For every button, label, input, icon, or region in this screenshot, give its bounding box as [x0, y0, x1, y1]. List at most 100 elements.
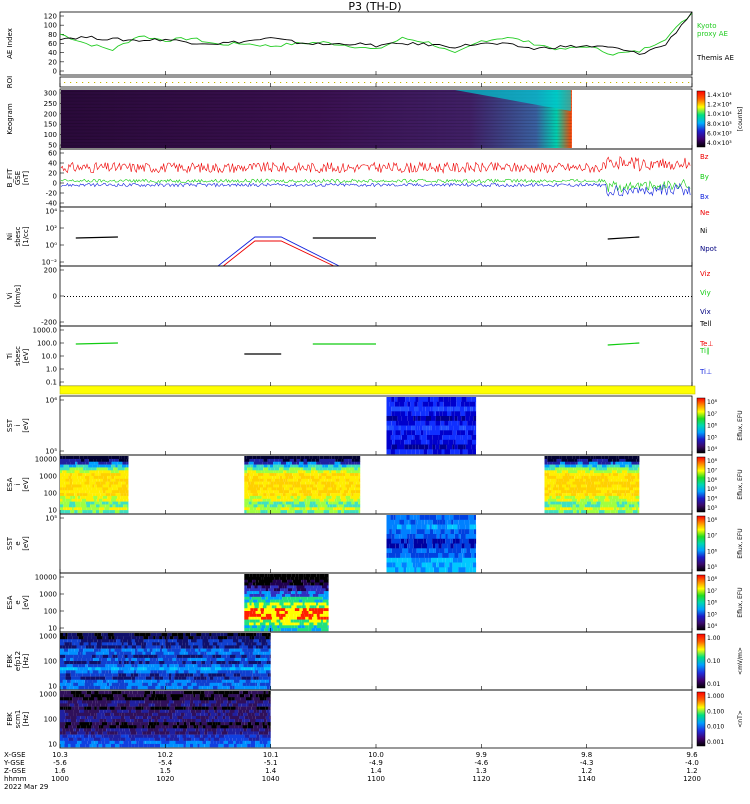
spectrogram-cell: [127, 459, 129, 462]
spectrogram-cell: [419, 558, 425, 563]
spectrogram-cell: [249, 703, 253, 706]
ytick-label: 10⁻²: [42, 259, 58, 267]
spectrogram-cell: [193, 744, 197, 747]
spectrogram-cell: [135, 686, 138, 689]
spectrogram-cell: [460, 411, 465, 416]
spectrogram-cell: [609, 504, 614, 507]
spectrogram-cell: [305, 617, 308, 620]
ytick-label: 120: [44, 13, 57, 21]
spectrogram-cell: [299, 583, 303, 586]
keogram-band: [61, 126, 572, 127]
spectrogram-cell: [397, 445, 401, 450]
spectrogram-cell: [254, 482, 258, 485]
spectrogram-cell: [124, 642, 128, 645]
spectrogram-cell: [147, 649, 149, 652]
spectrogram-cell: [74, 490, 79, 493]
xtick-value: 1100: [367, 775, 385, 783]
spectrogram-cell: [216, 680, 222, 683]
ytick-label: 10⁵: [45, 448, 57, 456]
spectrogram-cell: [77, 731, 81, 734]
spectrogram-cell: [84, 735, 88, 738]
spectrogram-cell: [108, 694, 114, 697]
ni-segment: [76, 237, 118, 238]
spectrogram-cell: [200, 670, 205, 673]
roi-dot: [490, 82, 491, 83]
spectrogram-cell: [574, 476, 577, 479]
spectrogram-cell: [252, 470, 256, 473]
vi-zero-dot: [241, 296, 242, 297]
spectrogram-cell: [201, 633, 205, 636]
spectrogram-cell: [88, 713, 91, 716]
spectrogram-cell: [140, 691, 144, 694]
spectrogram-cell: [111, 667, 115, 670]
spectrogram-cell: [153, 636, 155, 639]
spectrogram-cell: [112, 645, 116, 648]
spectrogram-cell: [76, 465, 78, 468]
spectrogram-cell: [154, 664, 160, 667]
spectrogram-cell: [254, 594, 257, 597]
spectrogram-cell: [391, 520, 394, 525]
spectrogram-cell: [270, 600, 275, 603]
spectrogram-cell: [324, 583, 329, 586]
spectrogram-cell: [102, 639, 108, 642]
spectrogram-cell: [97, 467, 102, 470]
spectrogram-cell: [321, 628, 326, 631]
spectrogram-cell: [260, 633, 262, 636]
spectrogram-cell: [119, 667, 121, 670]
spectrogram-cell: [120, 728, 123, 731]
spectrogram-cell: [185, 697, 191, 700]
spectrogram-cell: [115, 731, 118, 734]
spectrogram-cell: [249, 738, 253, 741]
spectrogram-cell: [266, 744, 270, 747]
spectrogram-cell: [118, 482, 121, 485]
ytick-label: 10²: [45, 225, 57, 233]
spectrogram-cell: [186, 738, 191, 741]
spectrogram-cell: [273, 462, 278, 465]
spectrogram-cell: [264, 658, 267, 661]
spectrogram-cell: [584, 476, 589, 479]
vi-zero-dot: [196, 296, 197, 297]
spectrogram-cell: [151, 686, 155, 689]
spectrogram-cell: [242, 661, 245, 664]
spectrogram-cell: [436, 411, 440, 416]
roi-dot: [346, 82, 347, 83]
spectrogram-cell: [342, 459, 344, 462]
spectrogram-cell: [444, 421, 448, 426]
spectrogram-cell: [266, 510, 268, 513]
spectrogram-cell: [76, 639, 78, 642]
spectrogram-cell: [174, 661, 178, 664]
spectrogram-cell: [472, 397, 476, 402]
vi-zero-dot: [157, 296, 158, 297]
spectrogram-cell: [124, 661, 126, 664]
spectrogram-cell: [416, 534, 421, 539]
spectrogram-cell: [104, 735, 109, 738]
spectrogram-cell: [264, 652, 266, 655]
spectrogram-cell: [276, 611, 279, 614]
spectrogram-cell: [82, 658, 87, 661]
spectrogram-cell: [389, 544, 395, 549]
spectrogram-cell: [596, 456, 601, 459]
spectrogram-cell: [241, 703, 246, 706]
spectrogram-cell: [281, 496, 284, 499]
spectrogram-cell: [305, 585, 308, 588]
spectrogram-cell: [547, 459, 553, 462]
spectrogram-cell: [142, 728, 148, 731]
spectrogram-cell: [272, 496, 277, 499]
spectrogram-cell: [450, 435, 455, 440]
spectrogram-cell: [248, 722, 252, 725]
spectrogram-cell: [250, 683, 255, 686]
spectrogram-cell: [186, 735, 189, 738]
spectrogram-cell: [596, 510, 599, 513]
spectrogram-cell: [109, 649, 111, 652]
spectrogram-cell: [122, 649, 126, 652]
spectrogram-cell: [584, 507, 587, 510]
spectrogram-cell: [446, 426, 449, 431]
spectrogram-cell: [174, 686, 178, 689]
spectrogram-cell: [299, 473, 305, 476]
spectrogram-cell: [300, 623, 302, 626]
spectrogram-cell: [389, 553, 394, 558]
spectrogram-cell: [77, 487, 82, 490]
spectrogram-cell: [91, 639, 93, 642]
spectrogram-cell: [346, 496, 351, 499]
vi-zero-dot: [238, 296, 239, 297]
